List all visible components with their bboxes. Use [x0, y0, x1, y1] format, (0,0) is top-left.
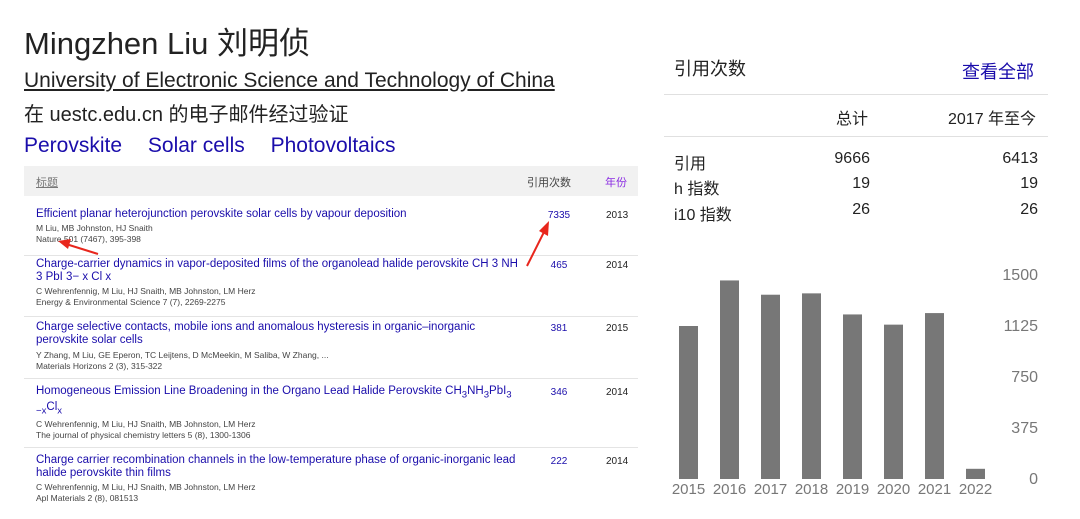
cites-count-link[interactable]: 465: [529, 260, 589, 271]
publication-venue: Energy & Environmental Science 7 (7), 22…: [36, 297, 226, 307]
publication-authors: M Liu, MB Johnston, HJ Snaith: [36, 223, 153, 233]
cites-count-link[interactable]: 346: [529, 387, 589, 398]
publication-year: 2015: [606, 323, 629, 334]
publication-authors: C Wehrenfennig, M Liu, HJ Snaith, MB Joh…: [36, 419, 256, 429]
table-row: Charge-carrier dynamics in vapor-deposit…: [24, 258, 638, 314]
interest-tag-solar-cells[interactable]: Solar cells: [148, 134, 245, 157]
chart-bar-2021[interactable]: [925, 313, 944, 479]
y-tick-label: 0: [1029, 471, 1038, 488]
y-tick-label: 375: [1011, 420, 1038, 437]
cites-column-header: 引用次数: [527, 177, 571, 189]
publication-venue: Materials Horizons 2 (3), 315-322: [36, 361, 163, 371]
publication-title-link[interactable]: Charge carrier recombination channels in…: [36, 454, 520, 480]
chart-bar-2015[interactable]: [679, 326, 698, 479]
publication-authors: C Wehrenfennig, M Liu, HJ Snaith, MB Joh…: [36, 286, 256, 296]
table-row: Charge selective contacts, mobile ions a…: [24, 321, 638, 377]
row-divider: [24, 316, 638, 317]
chart-bar-2020[interactable]: [884, 324, 903, 479]
sort-by-title-link[interactable]: 标题: [36, 174, 58, 190]
publication-title-link[interactable]: Charge selective contacts, mobile ions a…: [36, 321, 520, 347]
chart-bar-2016[interactable]: [720, 280, 739, 479]
y-tick-label: 750: [1011, 369, 1038, 386]
x-tick-label: 2019: [836, 481, 869, 498]
publications-table-header: 标题 引用次数 年份: [24, 166, 638, 196]
publication-title-link[interactable]: Efficient planar heterojunction perovski…: [36, 208, 520, 221]
panel-divider: [664, 94, 1048, 95]
x-tick-label: 2018: [795, 481, 828, 498]
metric-since-i10-index: 26: [1020, 201, 1038, 218]
panel-divider: [664, 136, 1048, 137]
chart-bar-2017[interactable]: [761, 294, 780, 479]
sort-by-year-link[interactable]: 年份: [605, 174, 627, 190]
chart-bar-2019[interactable]: [843, 314, 862, 479]
row-divider: [24, 378, 638, 379]
publication-authors: Y Zhang, M Liu, GE Eperon, TC Leijtens, …: [36, 350, 329, 360]
table-row: Efficient planar heterojunction perovski…: [24, 208, 638, 254]
view-all-link[interactable]: 查看全部: [962, 58, 1034, 84]
x-tick-label: 2022: [959, 481, 992, 498]
cited-by-title: 引用次数: [674, 59, 746, 79]
total-column-header: 总计: [836, 111, 869, 128]
publication-title-link[interactable]: Charge-carrier dynamics in vapor-deposit…: [36, 258, 520, 284]
profile-name: Mingzhen Liu 刘明侦: [24, 26, 311, 61]
x-tick-label: 2017: [754, 481, 787, 498]
metric-since-h-index: 19: [1020, 175, 1038, 192]
x-tick-label: 2016: [713, 481, 746, 498]
table-row: Homogeneous Emission Line Broadening in …: [24, 385, 638, 443]
publication-title-link[interactable]: Homogeneous Emission Line Broadening in …: [36, 385, 520, 418]
cites-count-link[interactable]: 7335: [529, 210, 589, 221]
metric-since-citations: 6413: [1002, 150, 1038, 167]
interest-tag-photovoltaics[interactable]: Photovoltaics: [271, 134, 396, 157]
y-tick-label: 1500: [1002, 267, 1038, 284]
y-tick-label: 1125: [1004, 318, 1039, 335]
interest-tags: Perovskite Solar cells Photovoltaics: [24, 134, 416, 158]
since-column-header: 2017 年至今: [948, 111, 1037, 128]
publication-year: 2014: [606, 456, 629, 467]
publication-venue: The journal of physical chemistry letter…: [36, 430, 251, 440]
metric-total-h-index: 19: [852, 175, 870, 192]
metric-total-citations: 9666: [834, 150, 870, 167]
table-row: Charge carrier recombination channels in…: [24, 454, 638, 510]
publication-venue: Apl Materials 2 (8), 081513: [36, 493, 139, 503]
verified-email-text: 在 uestc.edu.cn 的电子邮件经过验证: [24, 104, 349, 126]
row-divider: [24, 447, 638, 448]
publication-year: 2014: [606, 387, 629, 398]
publication-year: 2014: [606, 260, 629, 271]
publication-year: 2013: [606, 210, 629, 221]
metric-total-i10-index: 26: [852, 201, 870, 218]
interest-tag-perovskite[interactable]: Perovskite: [24, 134, 122, 157]
metric-label-h-index: h 指数: [674, 181, 720, 198]
x-tick-label: 2020: [877, 481, 910, 498]
cites-count-link[interactable]: 222: [529, 456, 589, 467]
publication-authors: C Wehrenfennig, M Liu, HJ Snaith, MB Joh…: [36, 482, 256, 492]
metric-label-i10-index: i10 指数: [674, 207, 732, 224]
chart-bar-2022[interactable]: [966, 468, 985, 479]
cites-count-link[interactable]: 381: [529, 323, 589, 334]
publication-venue: Nature 501 (7467), 395-398: [36, 234, 141, 244]
row-divider: [24, 255, 638, 256]
x-tick-label: 2021: [918, 481, 951, 498]
x-tick-label: 2015: [672, 481, 705, 498]
metric-label-citations: 引用: [674, 156, 707, 173]
chart-bar-2018[interactable]: [802, 293, 821, 479]
citations-bar-chart: 2015 2016 2017 2018 2019 2020 2021 2022 0 375 750 1…: [672, 267, 1039, 498]
affiliation-link[interactable]: University of Electronic Science and Tec…: [24, 69, 555, 93]
